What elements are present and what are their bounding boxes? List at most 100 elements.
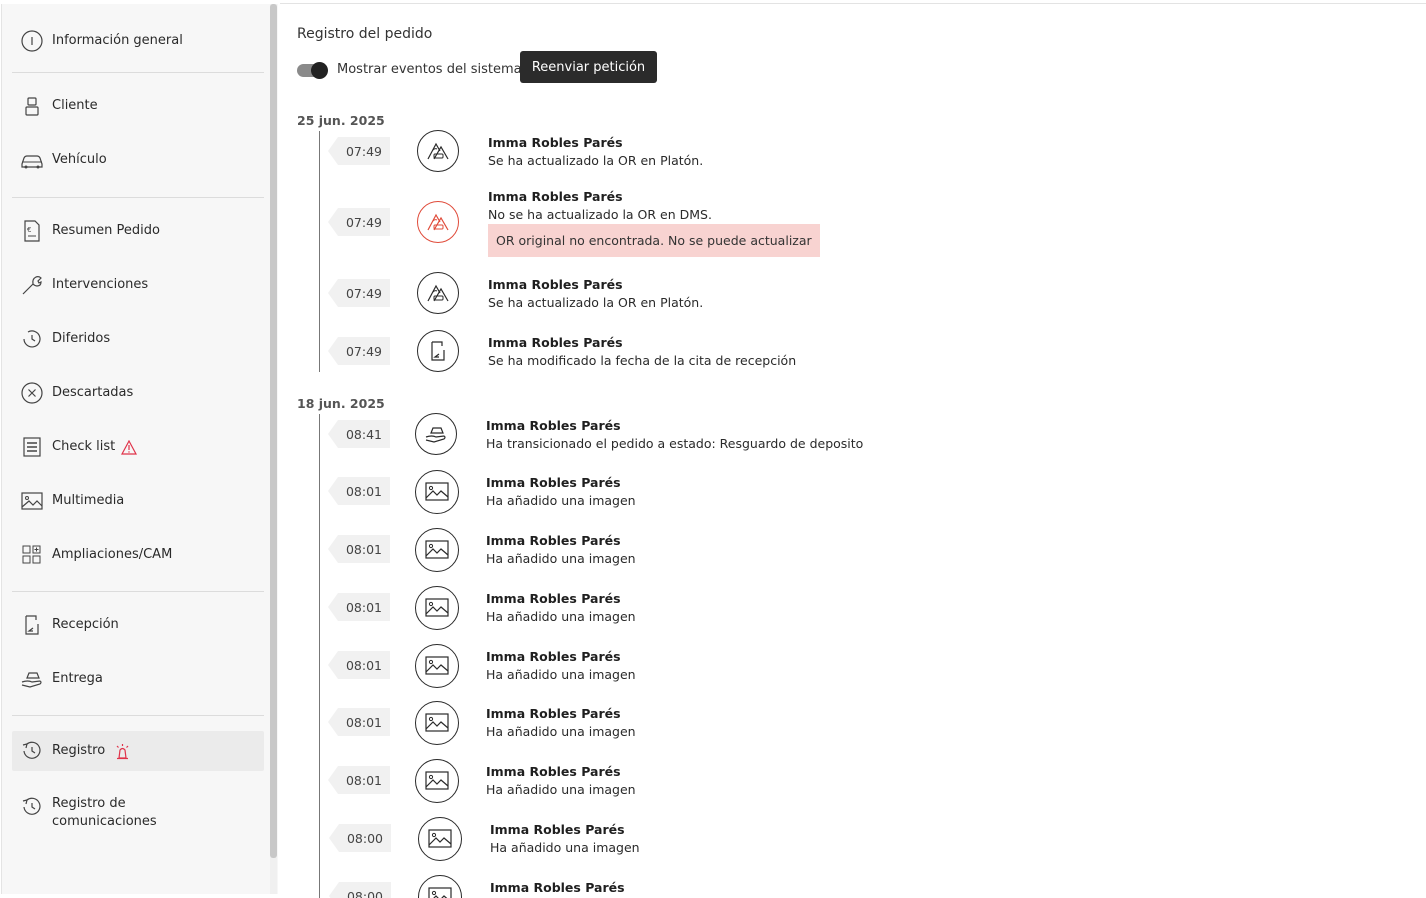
event-message: No se ha actualizado la OR en DMS.: [488, 207, 712, 222]
event-icon: [418, 817, 462, 861]
event-message: Ha añadido una imagen: [490, 840, 640, 855]
timeline-line: [319, 414, 320, 898]
sidebar-item-label: comunicaciones: [52, 814, 157, 829]
event-message: Ha añadido una imagen: [486, 609, 636, 624]
reception-icon: [25, 615, 39, 635]
sidebar-divider: [12, 197, 264, 198]
sidebar-item-multimedia[interactable]: Multimedia: [12, 481, 264, 521]
sidebar-scrollbar-thumb[interactable]: [270, 4, 277, 858]
event-icon: [417, 130, 459, 172]
sidebar-item-label: Descartadas: [52, 385, 134, 400]
timeline-date: 18 jun. 2025: [297, 396, 385, 411]
event-time: 08:41: [328, 420, 390, 448]
event-icon: [415, 644, 459, 688]
image-icon: [425, 656, 449, 675]
info-icon: [21, 30, 43, 52]
event-author: Imma Robles Parés: [486, 533, 621, 548]
sidebar-item-registro-comunicaciones[interactable]: Registro de comunicaciones: [12, 794, 264, 842]
event-author: Imma Robles Parés: [488, 277, 623, 292]
delivery-hand-icon: [425, 427, 446, 443]
image-icon: [425, 598, 449, 617]
event-author: Imma Robles Parés: [486, 764, 621, 779]
sidebar-divider: [12, 715, 264, 716]
reception-icon: [431, 341, 445, 361]
sidebar-item-label: Intervenciones: [52, 277, 149, 292]
sidebar-item-label: Diferidos: [52, 331, 111, 346]
top-divider: [280, 3, 1426, 4]
event-author: Imma Robles Parés: [486, 591, 621, 606]
sidebar-item-resumen-pedido[interactable]: € Resumen Pedido: [12, 211, 264, 251]
sidebar-item-entrega[interactable]: Entrega: [12, 659, 264, 699]
history-icon: [22, 741, 41, 759]
event-icon-error: [417, 201, 459, 243]
event-time: 07:49: [328, 137, 390, 165]
sidebar-item-label: Check list: [52, 439, 116, 454]
event-author: Imma Robles Parés: [486, 418, 621, 433]
event-time: 07:49: [328, 208, 390, 236]
sidebar-item-recepcion[interactable]: Recepción: [12, 605, 264, 645]
image-icon: [425, 771, 449, 790]
alert-beacon-icon: [116, 744, 129, 760]
system-events-toggle[interactable]: [297, 62, 329, 79]
image-icon: [425, 540, 449, 559]
history-icon: [22, 797, 41, 815]
event-time: 08:01: [328, 535, 390, 563]
x-circle-icon: [21, 382, 43, 404]
event-message: Ha transicionado el pedido a estado: Res…: [486, 436, 864, 451]
euro-document-icon: €: [24, 220, 40, 242]
sidebar-item-label: Recepción: [52, 617, 119, 632]
sidebar-item-diferidos[interactable]: Diferidos: [12, 319, 264, 359]
event-icon: [415, 701, 459, 745]
sidebar-scrollbar[interactable]: [270, 4, 277, 894]
toggle-knob: [311, 62, 328, 79]
svg-text:€: €: [27, 226, 31, 234]
event-time: 07:49: [328, 279, 390, 307]
image-icon: [425, 713, 449, 732]
sidebar-item-cliente[interactable]: Cliente: [12, 86, 264, 126]
system-events-toggle-label: Mostrar eventos del sistema: [337, 62, 522, 77]
image-icon: [425, 482, 449, 501]
event-author: Imma Robles Parés: [490, 822, 625, 837]
app-frame: Información general Cliente Vehículo € R…: [0, 0, 1426, 898]
event-icon: [418, 875, 462, 898]
sidebar-item-check-list[interactable]: Check list: [12, 427, 264, 467]
event-time: 08:01: [328, 766, 390, 794]
sidebar-item-registro[interactable]: Registro: [12, 731, 264, 771]
sidebar-item-informacion-general[interactable]: Información general: [12, 21, 264, 61]
wrench-icon: [22, 276, 42, 295]
checklist-icon: [23, 437, 41, 457]
image-icon: [21, 492, 43, 510]
sidebar-item-intervenciones[interactable]: Intervenciones: [12, 265, 264, 305]
event-message: Ha añadido una imagen: [486, 782, 636, 797]
event-author: Imma Robles Parés: [490, 880, 625, 895]
event-message: Ha añadido una imagen: [486, 667, 636, 682]
event-time: 08:01: [328, 477, 390, 505]
sidebar-item-vehiculo[interactable]: Vehículo: [12, 140, 264, 180]
event-time: 08:01: [328, 593, 390, 621]
sidebar-item-label: Información general: [52, 33, 183, 48]
event-icon: [415, 470, 459, 514]
sync-triangle-icon: [427, 213, 449, 231]
warning-triangle-icon: [121, 440, 137, 455]
grid-plus-icon: [22, 545, 41, 564]
sidebar-item-label: Cliente: [52, 98, 98, 113]
event-time: 08:00: [329, 824, 391, 852]
event-time: 08:01: [328, 708, 390, 736]
event-author: Imma Robles Parés: [488, 135, 623, 150]
event-author: Imma Robles Parés: [488, 189, 623, 204]
sidebar-divider: [12, 591, 264, 592]
event-message: Ha añadido una imagen: [486, 724, 636, 739]
sidebar-item-label: Registro de: [52, 796, 126, 811]
delivery-hand-icon: [21, 672, 42, 688]
event-icon: [415, 586, 459, 630]
sidebar-item-descartadas[interactable]: Descartadas: [12, 373, 264, 413]
sidebar-item-label: Vehículo: [52, 152, 107, 167]
event-icon: [415, 759, 459, 803]
sidebar-item-ampliaciones-cam[interactable]: Ampliaciones/CAM: [12, 535, 264, 575]
sidebar-item-label: Resumen Pedido: [52, 223, 160, 238]
resend-request-button[interactable]: Reenviar petición: [520, 51, 657, 83]
page-title: Registro del pedido: [297, 26, 433, 42]
event-author: Imma Robles Parés: [486, 475, 621, 490]
event-message: Se ha actualizado la OR en Platón.: [488, 295, 704, 310]
image-icon: [428, 887, 452, 898]
